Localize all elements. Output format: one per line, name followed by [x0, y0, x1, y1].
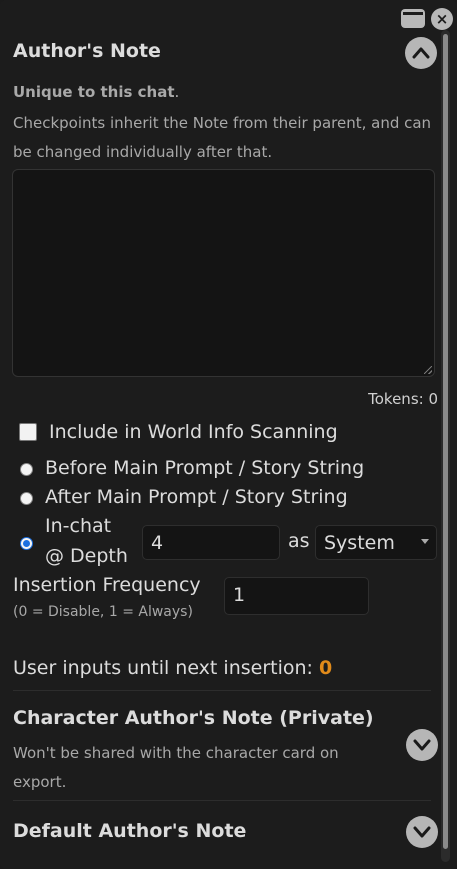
divider: [13, 690, 431, 691]
position-before-radio[interactable]: [20, 463, 33, 476]
close-button[interactable]: ×: [431, 8, 453, 30]
authors-note-panel: × Author's Note Unique to this chat. Che…: [0, 0, 457, 869]
expand-default-note-button[interactable]: [406, 816, 438, 848]
role-select[interactable]: System: [315, 525, 437, 560]
chevron-down-icon: [421, 539, 429, 544]
chevron-up-icon: [412, 47, 430, 59]
position-depth-label[interactable]: @ Depth: [45, 545, 128, 567]
include-wi-checkbox[interactable]: [19, 423, 37, 441]
unique-bold: Unique to this chat: [13, 83, 175, 101]
resize-handle-icon[interactable]: [424, 366, 432, 374]
user-inputs-count: 0: [318, 657, 333, 679]
authors-note-description: Checkpoints inherit the Note from their …: [13, 114, 432, 161]
divider: [13, 800, 431, 801]
unique-note-text: Unique to this chat.: [13, 83, 179, 101]
user-inputs-label: User inputs until next insertion:: [13, 657, 313, 679]
depth-input[interactable]: 4: [142, 525, 280, 560]
unique-rest: .: [174, 83, 180, 101]
scrollbar-thumb[interactable]: [443, 34, 448, 849]
character-note-description: Won't be shared with the character card …: [13, 744, 339, 791]
character-note-title[interactable]: Character Author's Note (Private): [13, 707, 374, 729]
chevron-down-icon: [413, 826, 431, 838]
authors-note-title: Author's Note: [13, 40, 161, 62]
position-after-label[interactable]: After Main Prompt / Story String: [45, 486, 348, 508]
position-in-chat-label[interactable]: In-chat: [45, 515, 111, 537]
chevron-down-icon: [413, 739, 431, 751]
expand-character-note-button[interactable]: [406, 729, 438, 761]
position-before-label[interactable]: Before Main Prompt / Story String: [45, 457, 364, 479]
include-wi-label[interactable]: Include in World Info Scanning: [49, 421, 338, 443]
position-after-radio[interactable]: [20, 492, 33, 505]
user-inputs-until-next: User inputs until next insertion: 0: [13, 657, 332, 679]
default-note-title[interactable]: Default Author's Note: [13, 820, 246, 842]
insertion-frequency-hint: (0 = Disable, 1 = Always): [13, 604, 193, 620]
window-minimize-icon[interactable]: [401, 9, 425, 28]
position-in-chat-radio[interactable]: [20, 537, 33, 550]
tokens-counter: Tokens: 0: [368, 390, 438, 408]
insertion-frequency-label: Insertion Frequency: [13, 574, 201, 596]
as-label: as: [288, 530, 310, 552]
authors-note-textarea[interactable]: [12, 169, 435, 377]
insertion-frequency-input[interactable]: 1: [224, 577, 369, 615]
collapse-button[interactable]: [405, 37, 437, 69]
